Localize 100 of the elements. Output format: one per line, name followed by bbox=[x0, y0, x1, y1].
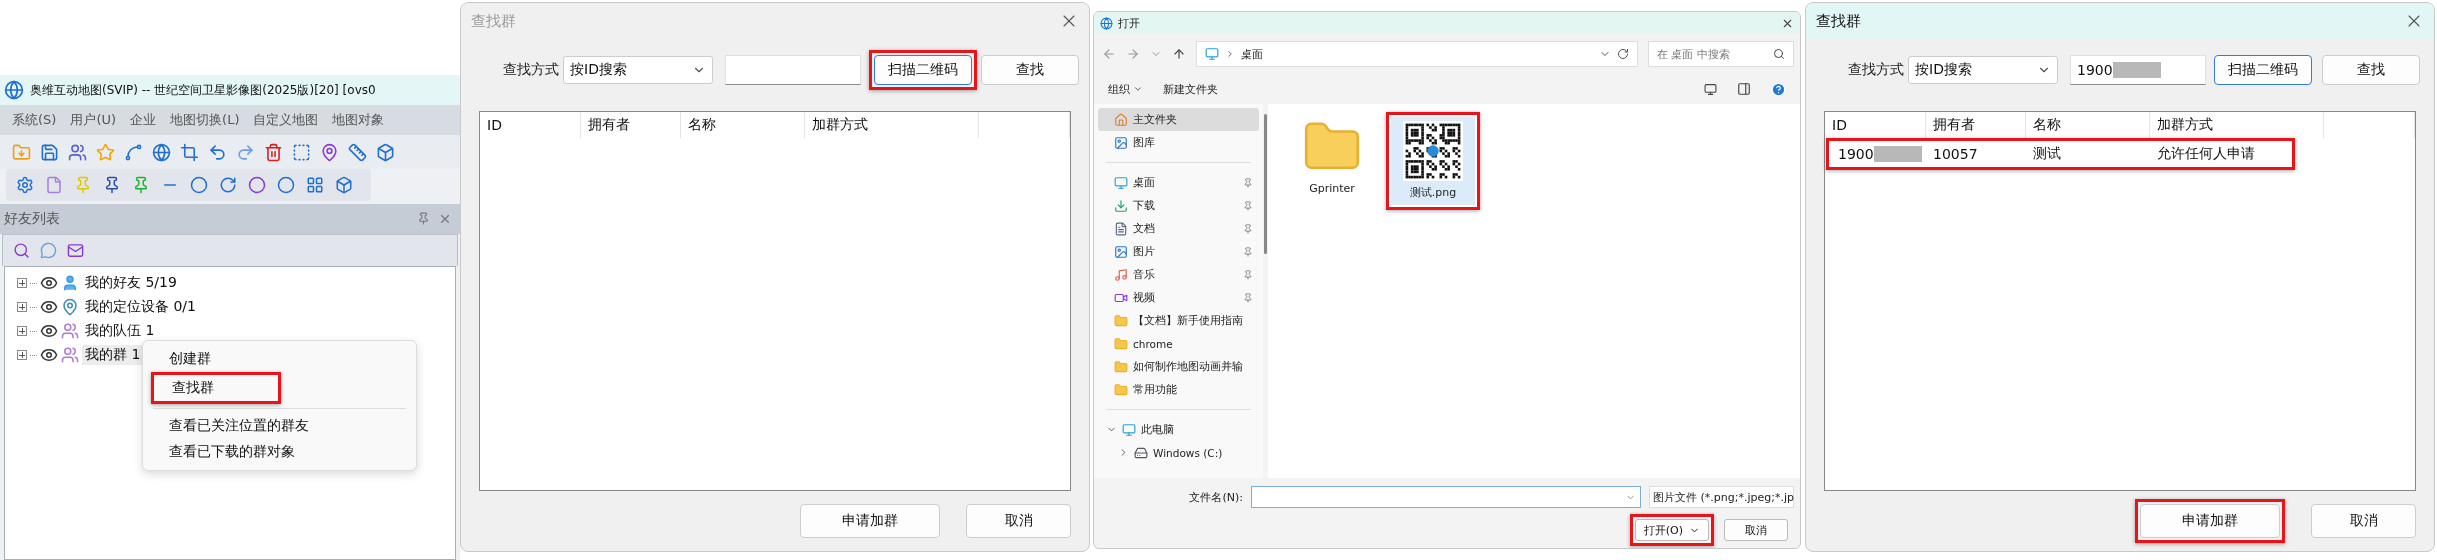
search-field[interactable]: 在 桌面 中搜索 bbox=[1648, 41, 1794, 67]
file-icon[interactable] bbox=[45, 176, 63, 194]
scan-qr-button[interactable]: 扫描二维码 bbox=[2214, 55, 2312, 85]
crop-icon[interactable] bbox=[180, 142, 199, 162]
search-icon[interactable] bbox=[13, 242, 30, 259]
monitor-icon bbox=[1114, 175, 1128, 190]
back-icon[interactable] bbox=[1102, 47, 1116, 61]
menu-item[interactable]: 自定义地图 bbox=[253, 111, 319, 129]
eye-icon[interactable] bbox=[40, 274, 58, 292]
new-folder-button[interactable]: 新建文件夹 bbox=[1163, 81, 1684, 97]
nav-item[interactable]: 视频 bbox=[1098, 286, 1259, 309]
eye-icon[interactable] bbox=[40, 322, 58, 340]
ruler-icon[interactable] bbox=[348, 142, 367, 162]
delete-icon[interactable] bbox=[264, 142, 283, 162]
search-method-dropdown[interactable]: 按ID搜索 bbox=[1908, 56, 2058, 84]
search-method-dropdown[interactable]: 按ID搜索 bbox=[563, 56, 713, 84]
path-icon[interactable] bbox=[124, 142, 143, 162]
search-field[interactable]: 1900 bbox=[2070, 55, 2206, 85]
nav-item[interactable]: 此电脑 bbox=[1098, 418, 1259, 441]
expand-icon[interactable] bbox=[17, 350, 27, 360]
column-header[interactable]: 加群方式 bbox=[2150, 112, 2324, 138]
nav-item[interactable]: 如何制作地图动画并输 bbox=[1098, 355, 1259, 378]
table-row[interactable]: 1900 10057 测试 允许任何人申请 bbox=[1831, 143, 2290, 165]
menu-item[interactable]: 地图切换(L) bbox=[170, 111, 240, 129]
mail-icon[interactable] bbox=[67, 242, 84, 259]
preview-pane-icon[interactable] bbox=[1737, 82, 1751, 96]
table-cell-text: 测试 bbox=[2032, 145, 2062, 163]
menu-item[interactable]: 系统(S) bbox=[12, 111, 57, 129]
expand-icon[interactable] bbox=[17, 326, 27, 336]
nav-item[interactable]: 音乐 bbox=[1098, 263, 1259, 286]
apply-join-button[interactable]: 申请加群 bbox=[2140, 504, 2280, 538]
circle-icon[interactable] bbox=[190, 176, 208, 194]
menu-item[interactable]: 创建群 bbox=[143, 346, 416, 372]
nav-item[interactable]: chrome bbox=[1098, 332, 1259, 355]
expand-icon[interactable] bbox=[17, 302, 27, 312]
menu-item[interactable]: 企业 bbox=[130, 111, 157, 129]
pushpin-icon[interactable] bbox=[103, 176, 121, 194]
nav-item[interactable]: 下载 bbox=[1098, 194, 1259, 217]
forward-icon[interactable] bbox=[1126, 47, 1140, 61]
pin-icon[interactable] bbox=[417, 212, 430, 225]
nav-item[interactable]: 【文档】新手使用指南 bbox=[1098, 309, 1259, 332]
column-header[interactable]: 名称 bbox=[2026, 112, 2150, 138]
dashed-square-icon[interactable] bbox=[292, 142, 311, 162]
find-button[interactable]: 查找 bbox=[981, 55, 1079, 85]
ellipse-icon[interactable] bbox=[248, 176, 266, 194]
nav-item[interactable]: Windows (C:) bbox=[1098, 441, 1259, 464]
column-header[interactable]: 拥有者 bbox=[581, 112, 681, 138]
nav-item[interactable]: 图片 bbox=[1098, 240, 1259, 263]
file-item[interactable]: Gprinter bbox=[1290, 112, 1374, 200]
box-icon[interactable] bbox=[376, 142, 395, 162]
organize-menu[interactable]: 组织 bbox=[1108, 81, 1130, 97]
file-item[interactable]: 测试.png bbox=[1391, 117, 1475, 205]
open-button[interactable]: 打开(O) bbox=[1634, 519, 1709, 541]
column-header[interactable]: 加群方式 bbox=[805, 112, 979, 138]
menu-item[interactable]: 查看已下载的群对象 bbox=[143, 439, 416, 465]
users-icon[interactable] bbox=[68, 142, 87, 162]
eye-icon[interactable] bbox=[40, 298, 58, 316]
nav-item[interactable]: 桌面 bbox=[1098, 171, 1259, 194]
nav-item[interactable]: 常用功能 bbox=[1098, 378, 1259, 401]
column-header[interactable]: ID bbox=[480, 112, 581, 138]
cancel-button[interactable]: 取消 bbox=[1724, 519, 1788, 541]
save-icon[interactable] bbox=[40, 142, 59, 162]
filename-field[interactable] bbox=[1251, 486, 1641, 508]
scan-qr-button[interactable]: 扫描二维码 bbox=[874, 55, 972, 85]
help-icon[interactable] bbox=[1771, 81, 1786, 97]
find-button[interactable]: 查找 bbox=[2322, 55, 2420, 85]
map-pin-icon[interactable] bbox=[320, 142, 339, 162]
folder-icon bbox=[1114, 382, 1128, 397]
search-field[interactable] bbox=[725, 55, 861, 85]
menu-item[interactable]: 地图对象 bbox=[332, 111, 385, 129]
column-header[interactable]: 名称 bbox=[681, 112, 805, 138]
pin-icon bbox=[1243, 200, 1253, 211]
cancel-button[interactable]: 取消 bbox=[2311, 504, 2416, 538]
column-header[interactable]: 拥有者 bbox=[1926, 112, 2026, 138]
nav-item[interactable]: 文档 bbox=[1098, 217, 1259, 240]
menu-item[interactable]: 查找群 bbox=[156, 377, 276, 399]
menu-item[interactable]: 查看已关注位置的群友 bbox=[143, 413, 416, 439]
address-bar[interactable]: 桌面 bbox=[1196, 41, 1638, 67]
up-icon[interactable] bbox=[1172, 47, 1186, 61]
message-icon[interactable] bbox=[40, 242, 57, 259]
nav-item[interactable]: 主文件夹 bbox=[1098, 108, 1259, 131]
redo-icon[interactable] bbox=[236, 142, 255, 162]
view-icon[interactable] bbox=[1704, 82, 1717, 96]
tree-item[interactable]: 我的好友 5/19 bbox=[82, 273, 180, 293]
menu-item[interactable]: 用户(U) bbox=[70, 111, 117, 129]
tree-item[interactable]: 我的定位设备 0/1 bbox=[82, 297, 199, 317]
settings-icon[interactable] bbox=[16, 176, 34, 194]
star-icon[interactable] bbox=[96, 142, 115, 162]
tree-item[interactable]: 我的队伍 1 bbox=[82, 321, 158, 341]
nav-item[interactable]: 图库 bbox=[1098, 131, 1259, 154]
undo-icon[interactable] bbox=[208, 142, 227, 162]
file-type-dropdown[interactable]: 图片文件 (*.png;*.jpeg;*.jp bbox=[1649, 486, 1794, 508]
tree-item[interactable]: 我的群 1 bbox=[82, 345, 144, 365]
cancel-button[interactable]: 取消 bbox=[966, 504, 1071, 538]
expand-icon[interactable] bbox=[17, 278, 27, 288]
eye-icon[interactable] bbox=[40, 346, 58, 364]
caret-icon[interactable] bbox=[1133, 84, 1143, 94]
column-header[interactable]: ID bbox=[1825, 112, 1926, 138]
globe-icon[interactable] bbox=[152, 142, 171, 162]
apply-join-button[interactable]: 申请加群 bbox=[800, 504, 940, 538]
